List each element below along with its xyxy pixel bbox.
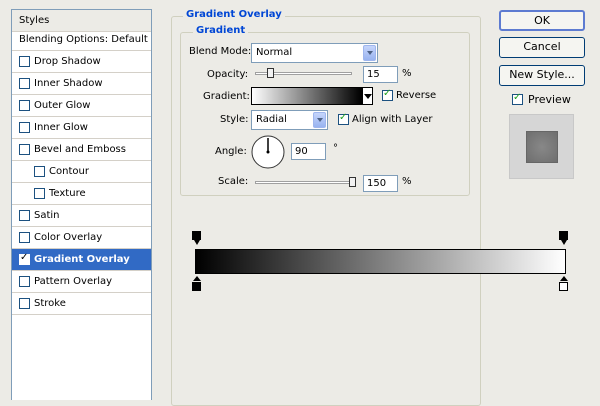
preview-checkbox[interactable] — [512, 92, 523, 105]
gradient-editor-bar[interactable] — [195, 249, 566, 274]
style-item-label: Satin — [34, 210, 60, 221]
align-with-layer-checkbox[interactable] — [338, 112, 349, 125]
gradient-overlay-title: Gradient Overlay — [183, 9, 285, 20]
style-checkbox[interactable] — [19, 252, 30, 265]
style-item-stroke[interactable]: Stroke — [12, 293, 151, 315]
color-stop-right[interactable] — [559, 282, 568, 291]
style-item-label: Contour — [49, 166, 89, 177]
opacity-stop-right-pointer — [561, 240, 567, 245]
opacity-stop-left[interactable] — [192, 231, 201, 240]
style-item-gradient-overlay[interactable]: Gradient Overlay — [12, 249, 151, 271]
style-checkbox[interactable] — [19, 56, 30, 67]
gradient-label: Gradient: — [203, 91, 250, 102]
style-label: Style: — [220, 114, 249, 125]
style-select[interactable]: Radial — [251, 110, 328, 130]
scale-slider-track[interactable] — [255, 181, 352, 184]
style-item-label: Color Overlay — [34, 232, 103, 243]
style-checkbox[interactable] — [34, 166, 45, 177]
style-item-label: Gradient Overlay — [34, 254, 130, 265]
reverse-label: Reverse — [396, 90, 437, 101]
scale-label: Scale: — [218, 176, 249, 187]
style-checkbox[interactable] — [19, 78, 30, 89]
style-item-outer-glow[interactable]: Outer Glow — [12, 95, 151, 117]
preview-swatch — [526, 131, 558, 163]
style-item-label: Bevel and Emboss — [34, 144, 126, 155]
preview-label: Preview — [528, 93, 571, 106]
gradient-section-title: Gradient — [193, 25, 249, 36]
color-stop-left-pointer — [193, 276, 201, 281]
scale-input[interactable]: 150 — [363, 175, 398, 192]
color-stop-left[interactable] — [192, 282, 201, 291]
color-stop-right-pointer — [560, 276, 568, 281]
scale-percent: % — [402, 176, 412, 187]
opacity-stop-left-pointer — [194, 240, 200, 245]
chevron-down-icon[interactable] — [313, 112, 326, 128]
style-item-label: Blending Options: Default — [19, 34, 148, 45]
opacity-input[interactable]: 15 — [363, 66, 398, 83]
gradient-dropdown[interactable] — [362, 87, 373, 105]
style-item-inner-shadow[interactable]: Inner Shadow — [12, 73, 151, 95]
style-checkbox[interactable] — [19, 100, 30, 111]
style-checkbox[interactable] — [19, 232, 30, 243]
cancel-button[interactable]: Cancel — [499, 37, 585, 58]
reverse-checkbox[interactable] — [382, 88, 393, 101]
styles-list: Styles Blending Options: Default Drop Sha… — [11, 9, 152, 400]
style-item-inner-glow[interactable]: Inner Glow — [12, 117, 151, 139]
style-item-label: Texture — [49, 188, 86, 199]
blend-mode-value: Normal — [256, 47, 293, 58]
new-style-button[interactable]: New Style... — [499, 65, 585, 86]
style-checkbox[interactable] — [34, 188, 45, 199]
style-item-label: Inner Shadow — [34, 78, 103, 89]
style-checkbox[interactable] — [19, 276, 30, 287]
style-value: Radial — [256, 114, 287, 125]
style-item-label: Stroke — [34, 298, 66, 309]
style-checkbox[interactable] — [19, 122, 30, 133]
chevron-down-icon[interactable] — [363, 45, 376, 61]
opacity-stop-right[interactable] — [559, 231, 568, 240]
ok-button[interactable]: OK — [499, 10, 585, 31]
style-item-label: Drop Shadow — [34, 56, 101, 67]
style-item-blending-options-default[interactable]: Blending Options: Default — [12, 29, 151, 51]
styles-header-label: Styles — [19, 15, 50, 26]
style-item-label: Outer Glow — [34, 100, 91, 111]
style-checkbox[interactable] — [19, 210, 30, 221]
scale-slider-thumb[interactable] — [349, 177, 356, 187]
style-item-pattern-overlay[interactable]: Pattern Overlay — [12, 271, 151, 293]
opacity-slider-thumb[interactable] — [266, 68, 274, 78]
style-item-label: Pattern Overlay — [34, 276, 113, 287]
style-item-texture[interactable]: Texture — [12, 183, 151, 205]
style-checkbox[interactable] — [19, 144, 30, 155]
angle-degree: ° — [333, 143, 338, 154]
align-with-layer-label: Align with Layer — [352, 114, 433, 125]
angle-input[interactable]: 90 — [291, 143, 326, 160]
gradient-picker[interactable] — [251, 87, 362, 105]
style-item-satin[interactable]: Satin — [12, 205, 151, 227]
preview-box — [509, 114, 574, 179]
style-checkbox[interactable] — [19, 298, 30, 309]
triangle-down-icon — [364, 94, 372, 99]
style-item-drop-shadow[interactable]: Drop Shadow — [12, 51, 151, 73]
blend-mode-label: Blend Mode: — [189, 46, 252, 57]
style-item-contour[interactable]: Contour — [12, 161, 151, 183]
blend-mode-select[interactable]: Normal — [251, 43, 378, 63]
style-item-label: Inner Glow — [34, 122, 88, 133]
opacity-percent: % — [402, 68, 412, 79]
style-item-bevel-and-emboss[interactable]: Bevel and Emboss — [12, 139, 151, 161]
style-item-color-overlay[interactable]: Color Overlay — [12, 227, 151, 249]
angle-dial[interactable] — [250, 134, 286, 170]
angle-label: Angle: — [215, 146, 247, 157]
opacity-label: Opacity: — [207, 69, 249, 80]
